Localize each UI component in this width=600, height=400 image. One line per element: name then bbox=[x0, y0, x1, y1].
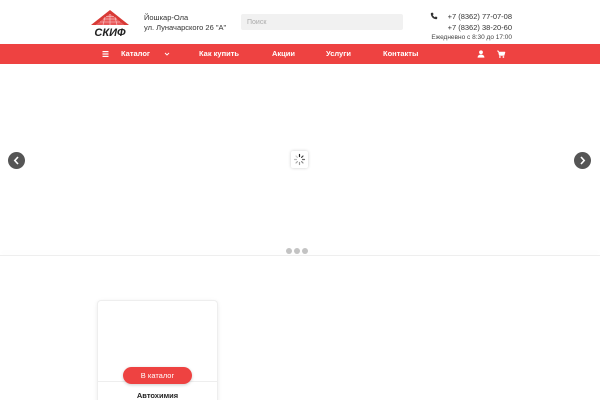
nav-item-how-to-buy[interactable]: Как купить bbox=[199, 44, 239, 64]
category-card[interactable]: В каталог Автохимия bbox=[97, 300, 218, 400]
search-input[interactable] bbox=[241, 14, 403, 30]
hamburger-icon[interactable] bbox=[101, 49, 111, 59]
site-header: СКИФ Йошкар-Ола ул. Луначарского 26 "А" … bbox=[0, 0, 600, 44]
slider-loader bbox=[291, 151, 308, 168]
slider-dot-2[interactable] bbox=[294, 248, 300, 254]
address-street: ул. Луначарского 26 "А" bbox=[144, 23, 227, 32]
category-title[interactable]: Автохимия bbox=[98, 391, 217, 400]
slider-dot-1[interactable] bbox=[286, 248, 292, 254]
slider-dot-3[interactable] bbox=[302, 248, 308, 254]
nav-item-catalog[interactable]: Каталог bbox=[121, 44, 150, 64]
logo[interactable]: СКИФ bbox=[87, 8, 133, 39]
nav-item-promotions[interactable]: Акции bbox=[272, 44, 295, 64]
slider-prev-button[interactable] bbox=[8, 152, 25, 169]
nav-item-contacts[interactable]: Контакты bbox=[383, 44, 418, 64]
contacts-block: +7 (8362) 77-07-08 +7 (8362) 38-20-60 Еж… bbox=[431, 11, 512, 42]
to-catalog-button[interactable]: В каталог bbox=[123, 367, 192, 384]
chevron-right-icon bbox=[580, 156, 586, 165]
user-icon[interactable] bbox=[476, 49, 486, 59]
store-address: Йошкар-Ола ул. Луначарского 26 "А" bbox=[144, 13, 226, 33]
chevron-down-icon[interactable] bbox=[162, 49, 172, 59]
working-hours: Ежедневно с 8:30 до 17:00 bbox=[431, 34, 512, 41]
address-city: Йошкар-Ола bbox=[144, 13, 189, 22]
phone-2[interactable]: +7 (8362) 38-20-60 bbox=[431, 22, 512, 33]
spinner-icon bbox=[293, 153, 306, 166]
logo-roof-icon: СКИФ bbox=[91, 10, 129, 39]
slider-next-button[interactable] bbox=[574, 152, 591, 169]
logo-text: СКИФ bbox=[94, 27, 126, 38]
section-divider bbox=[0, 255, 600, 256]
main-nav: Каталог Как купить Акции Услуги Контакты bbox=[0, 44, 600, 64]
nav-item-services[interactable]: Услуги bbox=[326, 44, 351, 64]
slider-pagination bbox=[286, 241, 310, 254]
chevron-left-icon bbox=[13, 156, 19, 165]
phone-1[interactable]: +7 (8362) 77-07-08 bbox=[431, 11, 512, 22]
cart-icon[interactable] bbox=[496, 49, 506, 59]
